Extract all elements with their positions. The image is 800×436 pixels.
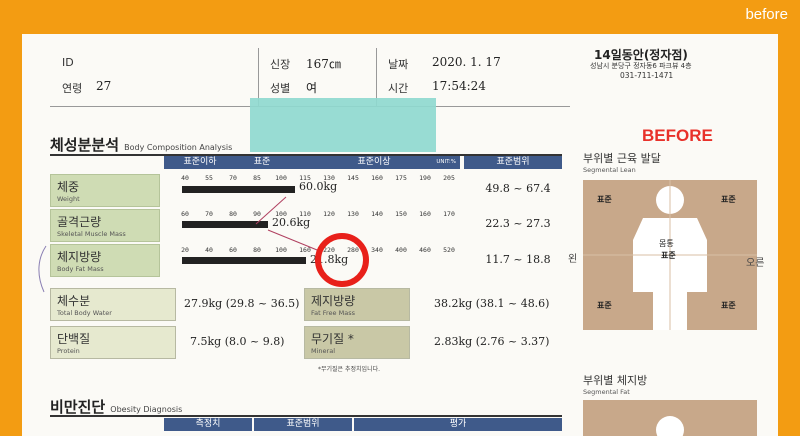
obesity-col-eval: 평가 (354, 418, 562, 431)
lowbox-ffm: 제지방량 Fat Free Mass (304, 288, 410, 321)
obesity-col-range: 표준범위 (254, 418, 352, 431)
segmental-fat-subtitle: Segmental Fat (583, 388, 630, 396)
side-right: 오른 (746, 258, 765, 269)
segmental-lean-title: 부위별 근육 발달 (583, 152, 661, 165)
segmental-lean-panel: 표준 표준 몸통 표준 표준 표준 (583, 180, 757, 330)
lowbox-kr: 무기질 * (311, 332, 354, 346)
lowbox-kr: 제지방량 (311, 294, 356, 308)
segmental-fat-title: 부위별 체지방 (583, 374, 648, 387)
value-mineral: 2.83kg (2.76 ~ 3.37) (434, 335, 550, 348)
lowbox-mineral: 무기질 * Mineral (304, 326, 410, 359)
obesity-col-measure: 측정치 (164, 418, 252, 431)
obesity-heading: 비만진단 Obesity Diagnosis (50, 396, 182, 417)
lowbox-en: Mineral (311, 347, 335, 355)
side-left: 왼 (568, 254, 578, 265)
section-title: 비만진단 (50, 398, 106, 416)
lowbox-en: Protein (57, 347, 80, 355)
lowbox-en: Total Body Water (57, 309, 112, 317)
inbody-report: ID 연령 27 신장 167㎝ 성별 여 날짜 2020. 1. 17 시간 … (22, 34, 778, 436)
lowbox-water: 체수분 Total Body Water (50, 288, 176, 321)
section-subtitle: Obesity Diagnosis (110, 405, 183, 414)
annotation-arrow (38, 245, 47, 293)
seg-right-leg: 표준 (721, 301, 736, 310)
lowbox-kr: 체수분 (57, 294, 91, 308)
seg-trunk-label: 몸통 (659, 239, 674, 248)
value-water: 27.9kg (29.8 ~ 36.5) (184, 297, 300, 310)
seg-right-arm: 표준 (721, 195, 736, 204)
lowbox-protein: 단백질 Protein (50, 326, 176, 359)
banner-tag: before (745, 6, 788, 23)
segmental-fat-panel (583, 400, 757, 436)
body-silhouette-icon (656, 416, 684, 436)
value-protein: 7.5kg (8.0 ~ 9.8) (190, 335, 285, 348)
annotation-arrow (267, 229, 323, 253)
seg-left-arm: 표준 (597, 195, 612, 204)
seg-trunk: 표준 (661, 251, 676, 260)
segmental-lean-subtitle: Segmental Lean (583, 166, 636, 174)
value-ffm: 38.2kg (38.1 ~ 48.6) (434, 297, 550, 310)
lowbox-en: Fat Free Mass (311, 309, 355, 317)
annotation-arrow (255, 196, 287, 225)
section-rule (50, 415, 562, 417)
banner: before (0, 0, 800, 34)
highlight-circle (315, 233, 369, 287)
footnote: *무기질은 추정치입니다. (318, 366, 381, 373)
lowbox-kr: 단백질 (57, 332, 91, 346)
seg-left-leg: 표준 (597, 301, 612, 310)
